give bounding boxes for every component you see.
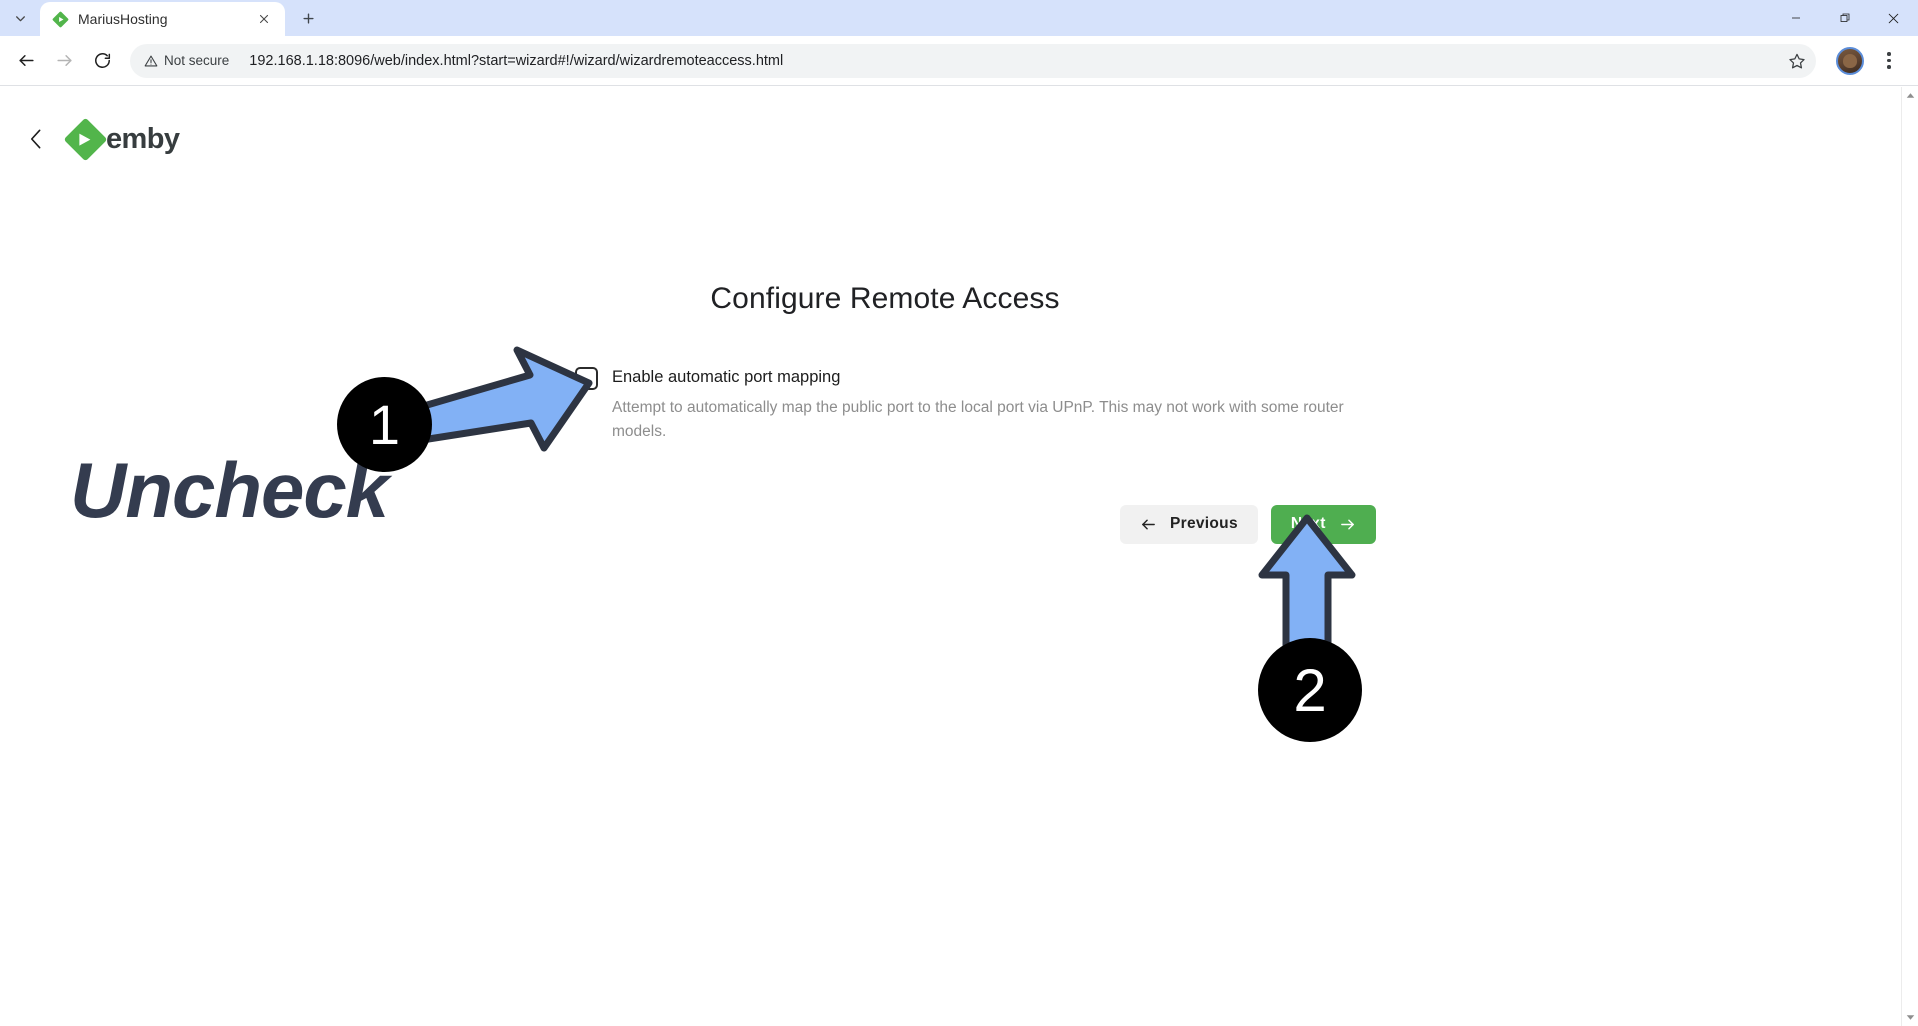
annotation-uncheck-text: Uncheck <box>70 446 389 534</box>
emby-header: emby <box>0 87 1918 161</box>
enable-port-mapping-label[interactable]: Enable automatic port mapping <box>612 367 1347 388</box>
previous-button-label: Previous <box>1170 515 1238 533</box>
reload-button[interactable] <box>84 43 120 79</box>
enable-port-mapping-description: Attempt to automatically map the public … <box>612 399 1344 440</box>
tab-title: MariusHosting <box>78 11 168 27</box>
previous-button[interactable]: Previous <box>1120 504 1258 544</box>
window-controls <box>1771 0 1918 36</box>
annotation-arrow-up-icon <box>1258 514 1356 653</box>
step-badge-1: 1 <box>337 377 432 472</box>
scroll-down-arrow-icon[interactable] <box>1902 1009 1918 1026</box>
page-title: Configure Remote Access <box>710 282 1060 315</box>
star-icon[interactable] <box>1782 46 1812 76</box>
warning-triangle-icon <box>144 55 158 66</box>
tab-strip: MariusHosting <box>0 0 1918 36</box>
new-tab-button[interactable] <box>291 1 325 35</box>
security-label: Not secure <box>164 53 230 68</box>
browser-window: MariusHosting Not secure 192.168.1.18:80… <box>0 0 1918 1026</box>
emby-logo[interactable]: emby <box>63 117 180 161</box>
emby-favicon-icon <box>52 11 69 28</box>
three-dots-menu-icon[interactable] <box>1872 44 1906 78</box>
back-button[interactable] <box>8 43 44 79</box>
tab-search-chevron-down-icon[interactable] <box>0 0 40 36</box>
browser-tab[interactable]: MariusHosting <box>40 2 285 36</box>
close-window-icon[interactable] <box>1869 0 1918 36</box>
minimize-icon[interactable] <box>1771 0 1820 36</box>
avatar[interactable] <box>1836 46 1864 75</box>
chevron-left-icon[interactable] <box>22 122 50 156</box>
url-text[interactable]: 192.168.1.18:8096/web/index.html?start=w… <box>249 53 1808 69</box>
site-security-badge[interactable]: Not secure <box>134 46 240 75</box>
restore-window-icon[interactable] <box>1820 0 1869 36</box>
page-scrollbar[interactable] <box>1901 87 1918 1026</box>
forward-button[interactable] <box>46 43 82 79</box>
emby-play-diamond-icon <box>63 117 108 161</box>
enable-port-mapping-row: Enable automatic port mapping Attempt to… <box>575 366 1395 443</box>
browser-toolbar: Not secure 192.168.1.18:8096/web/index.h… <box>0 36 1918 86</box>
arrow-left-icon <box>1142 519 1155 530</box>
close-icon[interactable] <box>253 8 275 30</box>
scroll-up-arrow-icon[interactable] <box>1902 87 1918 104</box>
step-badge-1-number: 1 <box>368 393 401 456</box>
step-badge-2: 2 <box>1258 638 1362 742</box>
page-viewport: emby Configure Remote Access Enable auto… <box>0 87 1918 1026</box>
emby-wordmark: emby <box>106 122 180 155</box>
address-bar[interactable]: Not secure 192.168.1.18:8096/web/index.h… <box>130 43 1816 78</box>
step-badge-2-number: 2 <box>1293 656 1327 724</box>
